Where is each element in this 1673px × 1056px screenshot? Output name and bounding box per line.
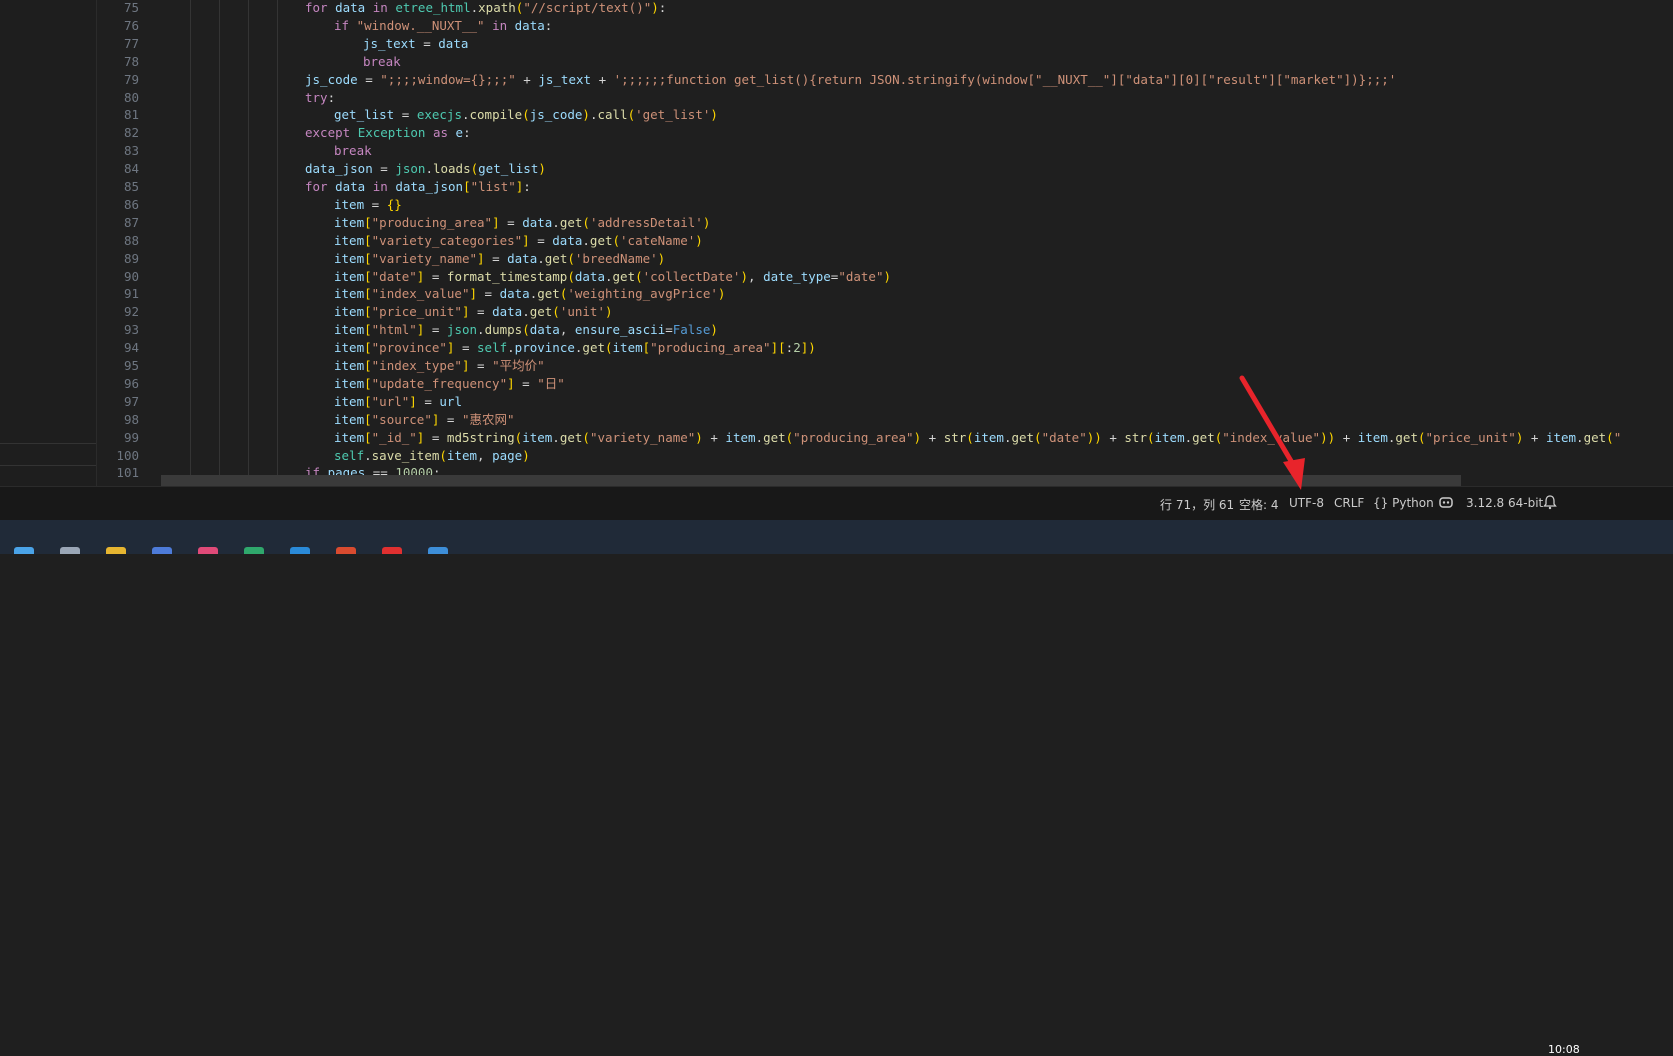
line-number-gutter: 75 76 77 78 79 80 81 82 83 84 85 86 87 88 89 90 91 92 93 94…: [97, 0, 161, 520]
code-line[interactable]: item["html"] = json.dumps(data, ensure_a…: [334, 321, 718, 339]
app-icon[interactable]: [152, 547, 172, 554]
folder-icon[interactable]: [106, 547, 126, 554]
code-line[interactable]: item["variety_categories"] = data.get('c…: [334, 232, 703, 250]
indent-guide: [219, 0, 220, 520]
line-number: 98: [123, 411, 139, 427]
app-icon[interactable]: [244, 547, 264, 554]
line-number: 92: [123, 304, 139, 320]
code-line[interactable]: js_code = ";;;;window={};;;" + js_text +…: [305, 71, 1396, 89]
code-line[interactable]: item["url"] = url: [334, 393, 462, 411]
line-number: 78: [123, 53, 139, 69]
line-number: 82: [123, 125, 139, 141]
indent-guide: [248, 0, 249, 520]
copilot-icon[interactable]: [1438, 494, 1454, 513]
line-number: 100: [116, 447, 139, 463]
code-line[interactable]: item["_id_"] = md5string(item.get("varie…: [334, 429, 1621, 447]
code-line[interactable]: break: [363, 53, 401, 71]
code-line[interactable]: item["province"] = self.province.get(ite…: [334, 339, 816, 357]
code-editor[interactable]: for data in etree_html.xpath("//script/t…: [161, 0, 1673, 520]
indent-guide: [277, 0, 278, 520]
code-line[interactable]: item["index_type"] = "平均价": [334, 357, 545, 375]
code-line[interactable]: item["index_value"] = data.get('weightin…: [334, 285, 725, 303]
line-number: 77: [123, 35, 139, 51]
code-line[interactable]: item["variety_name"] = data.get('breedNa…: [334, 250, 665, 268]
line-number: 81: [123, 107, 139, 123]
code-line[interactable]: for data in data_json["list"]:: [305, 178, 531, 196]
bell-icon[interactable]: [1543, 494, 1557, 513]
line-number: 89: [123, 250, 139, 266]
braces-icon: {}: [1373, 496, 1389, 510]
code-line[interactable]: self.save_item(item, page): [334, 447, 530, 465]
horizontal-scrollbar[interactable]: [161, 475, 1461, 486]
code-line[interactable]: js_text = data: [363, 35, 468, 53]
line-number: 88: [123, 232, 139, 248]
code-line[interactable]: item["price_unit"] = data.get('unit'): [334, 303, 613, 321]
code-line[interactable]: for data in etree_html.xpath("//script/t…: [305, 0, 666, 17]
app-icon[interactable]: [382, 547, 402, 554]
code-line[interactable]: break: [334, 142, 372, 160]
code-line[interactable]: try:: [305, 89, 335, 107]
app-icon[interactable]: [198, 547, 218, 554]
vscode-icon[interactable]: [428, 547, 448, 554]
interpreter-version[interactable]: 3.12.8 64-bit: [1466, 496, 1543, 510]
line-number: 91: [123, 286, 139, 302]
code-line[interactable]: if "window.__NUXT__" in data:: [334, 17, 552, 35]
language-label: Python: [1392, 496, 1434, 510]
line-number: 95: [123, 358, 139, 373]
encoding-setting[interactable]: UTF-8: [1289, 496, 1324, 510]
code-line[interactable]: item["source"] = "惠农网": [334, 411, 515, 429]
code-line[interactable]: item["date"] = format_timestamp(data.get…: [334, 268, 891, 286]
line-number: 79: [123, 71, 139, 87]
line-number: 99: [123, 429, 139, 445]
line-ending-setting[interactable]: CRLF: [1334, 496, 1364, 510]
code-line[interactable]: except Exception as e:: [305, 124, 471, 142]
code-line[interactable]: item["update_frequency"] = "日": [334, 375, 565, 393]
search-icon[interactable]: [60, 547, 80, 554]
line-number: 101: [116, 465, 139, 481]
line-number: 85: [123, 179, 139, 194]
taskbar: 10:08: [0, 520, 1673, 1056]
line-number: 76: [123, 17, 139, 33]
indentation-setting[interactable]: 空格: 4: [1239, 496, 1279, 513]
code-line[interactable]: get_list = execjs.compile(js_code).call(…: [334, 106, 718, 124]
line-number: 96: [123, 375, 139, 391]
line-number: 93: [123, 322, 139, 338]
language-mode[interactable]: {} Python: [1373, 496, 1434, 510]
line-number: 86: [123, 196, 139, 212]
line-number: 97: [123, 393, 139, 409]
clock[interactable]: 10:08: [1548, 1043, 1580, 1056]
line-number: 94: [123, 340, 139, 356]
start-icon[interactable]: [14, 547, 34, 554]
line-number: 87: [123, 214, 139, 230]
code-line[interactable]: data_json = json.loads(get_list): [305, 160, 546, 178]
app-icon[interactable]: [336, 547, 356, 554]
line-number: 84: [123, 161, 139, 177]
line-number: 75: [123, 0, 139, 15]
code-line[interactable]: item["producing_area"] = data.get('addre…: [334, 214, 710, 232]
line-number: 90: [123, 268, 139, 284]
indent-guide: [190, 0, 191, 520]
cursor-position[interactable]: 行 71，列 61: [1160, 496, 1234, 513]
line-number: 80: [123, 89, 139, 105]
line-number: 83: [123, 143, 139, 159]
status-bar: 行 71，列 61 空格: 4 UTF-8 CRLF {} Python 3.1…: [0, 486, 1673, 521]
code-line[interactable]: item = {}: [334, 196, 402, 214]
app-icon[interactable]: [290, 547, 310, 554]
